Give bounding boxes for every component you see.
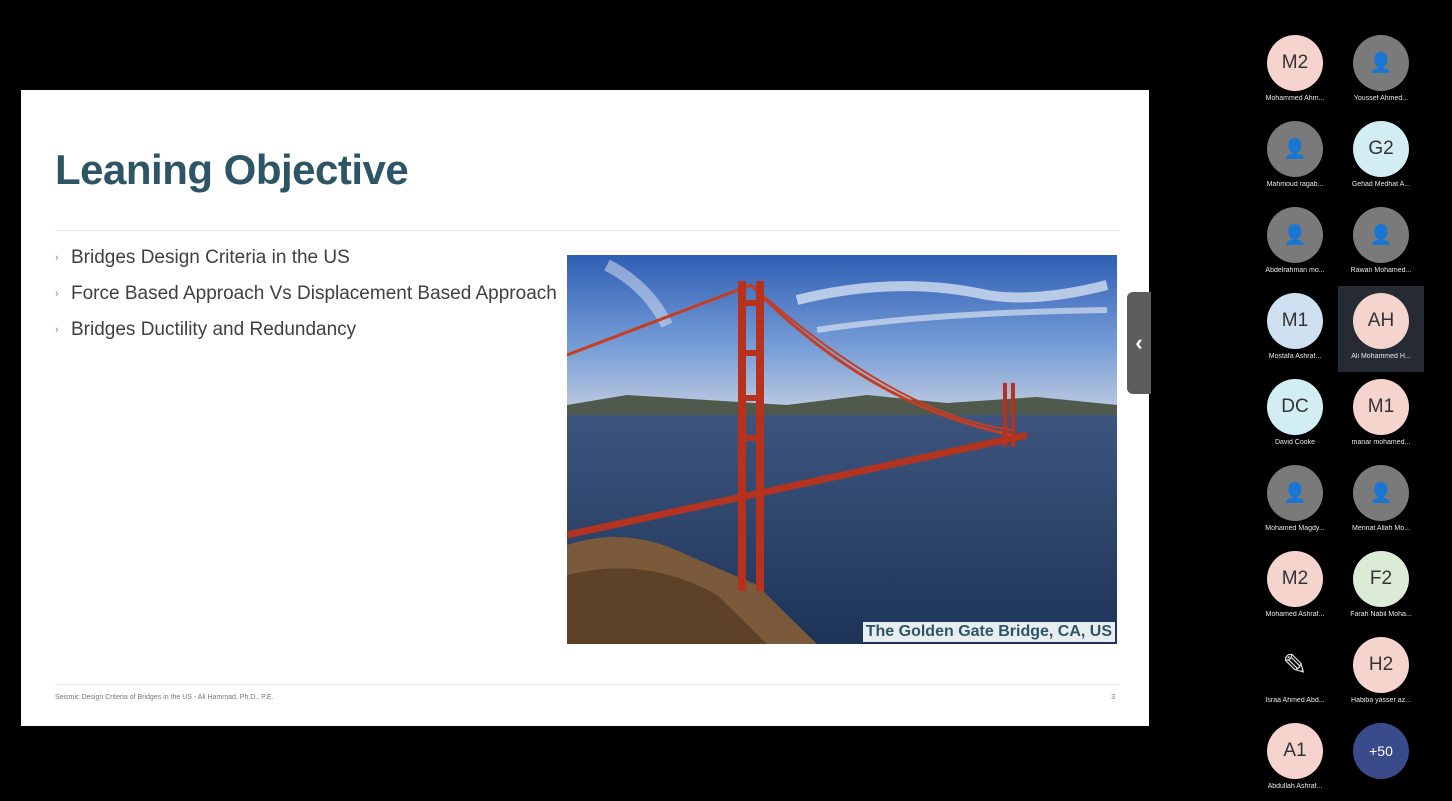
avatar: F2	[1353, 551, 1409, 607]
chevron-left-icon: ‹	[1135, 330, 1143, 355]
participant-name: Abdullah Ashraf...	[1267, 783, 1323, 790]
participant-name: Habiba yasser az...	[1351, 697, 1411, 704]
participant-name: Mohammed Ahm...	[1265, 95, 1325, 102]
participant-name: Israa Ahmed Abd...	[1265, 697, 1325, 704]
shared-slide: Leaning Objective › Bridges Design Criter…	[21, 90, 1149, 726]
participant-tile[interactable]: 👤 Youssef Ahmed...	[1338, 28, 1424, 114]
avatar: DC	[1267, 379, 1323, 435]
participant-tile[interactable]: F2 Farah Nabil Moha...	[1338, 544, 1424, 630]
participant-tile[interactable]: M1 manar mohamed...	[1338, 372, 1424, 458]
avatar: 👤	[1267, 465, 1323, 521]
avatar: 👤	[1353, 35, 1409, 91]
bridge-photo: The Golden Gate Bridge, CA, US	[567, 255, 1117, 644]
participant-tile[interactable]: A1 Abdullah Ashraf...	[1252, 716, 1338, 801]
avatar: 👤	[1267, 121, 1323, 177]
sketch-avatar-icon: ✎	[1282, 648, 1308, 682]
user-photo-icon: 👤	[1369, 483, 1393, 504]
participant-name: Rawan Mohamed...	[1350, 267, 1412, 274]
avatar: 👤	[1353, 207, 1409, 263]
participant-tile[interactable]: ✎ Israa Ahmed Abd...	[1252, 630, 1338, 716]
participants-panel: M2 Mohammed Ahm... 👤 Youssef Ahmed... 👤 …	[1252, 28, 1432, 801]
participant-name: Mahmoud ragab...	[1266, 181, 1324, 188]
bullet-marker-icon: ›	[55, 324, 59, 336]
participant-name: Mostafa Ashraf...	[1268, 353, 1322, 360]
participant-name: David Cooke	[1274, 439, 1316, 446]
bullet-marker-icon: ›	[55, 252, 59, 264]
participant-tile[interactable]: M1 Mostafa Ashraf...	[1252, 286, 1338, 372]
participant-name: Mohamed Magdy...	[1265, 525, 1325, 532]
avatar: AH	[1353, 293, 1409, 349]
bullet-text: Bridges Ductility and Redundancy	[71, 319, 357, 340]
participant-name: Ali Mohammed H...	[1351, 353, 1411, 360]
bullet-text: Force Based Approach Vs Displacement Bas…	[71, 283, 557, 304]
participant-name: Gehad Medhat A...	[1351, 181, 1411, 188]
bullet-list: › Bridges Design Criteria in the US › Forc…	[55, 240, 557, 348]
avatar: G2	[1353, 121, 1409, 177]
participant-tile[interactable]: M2 Mohammed Ahm...	[1252, 28, 1338, 114]
participant-tile[interactable]: 👤 Rawan Mohamed...	[1338, 200, 1424, 286]
bullet-item: › Bridges Ductility and Redundancy	[55, 312, 557, 348]
participant-tile[interactable]: M2 Mohamed Ashraf...	[1252, 544, 1338, 630]
participant-tile[interactable]: G2 Gehad Medhat A...	[1338, 114, 1424, 200]
participant-name: Youssef Ahmed...	[1353, 95, 1409, 102]
more-participants-button[interactable]: +50	[1338, 716, 1424, 801]
more-participants-count: +50	[1353, 723, 1409, 779]
bullet-item: › Bridges Design Criteria in the US	[55, 240, 557, 276]
avatar: M2	[1267, 35, 1323, 91]
participant-tile[interactable]: 👤 Mahmoud ragab...	[1252, 114, 1338, 200]
user-photo-icon: 👤	[1283, 139, 1307, 160]
footer-divider	[55, 684, 1119, 685]
user-photo-icon: 👤	[1283, 483, 1307, 504]
meeting-stage: Leaning Objective › Bridges Design Criter…	[0, 0, 1452, 801]
participant-name: Abdelrahman mo...	[1265, 267, 1325, 274]
user-photo-icon: 👤	[1369, 53, 1393, 74]
participant-tile[interactable]: 👤 Mohamed Magdy...	[1252, 458, 1338, 544]
participants-panel-toggle[interactable]: ‹	[1127, 292, 1151, 394]
slide-page-number: 3	[1111, 694, 1115, 701]
user-photo-icon: 👤	[1369, 225, 1393, 246]
participant-name: Farah Nabil Moha...	[1350, 611, 1412, 618]
avatar: 👤	[1353, 465, 1409, 521]
avatar: M2	[1267, 551, 1323, 607]
user-photo-icon: 👤	[1283, 225, 1307, 246]
bullet-item: › Force Based Approach Vs Displacement Ba…	[55, 276, 557, 312]
slide-title: Leaning Objective	[55, 146, 409, 193]
bullet-text: Bridges Design Criteria in the US	[71, 247, 350, 268]
participant-tile[interactable]: 👤 Abdelrahman mo...	[1252, 200, 1338, 286]
avatar: ✎	[1267, 637, 1323, 693]
image-caption: The Golden Gate Bridge, CA, US	[862, 622, 1115, 642]
participant-tile[interactable]: 👤 Mennat Allah Mo...	[1338, 458, 1424, 544]
participant-name: manar mohamed...	[1351, 439, 1411, 446]
bullet-marker-icon: ›	[55, 288, 59, 300]
avatar: A1	[1267, 723, 1323, 779]
avatar: M1	[1353, 379, 1409, 435]
slide-footer: Seismic Design Criteria of Bridges in th…	[55, 694, 274, 701]
avatar: H2	[1353, 637, 1409, 693]
title-divider	[55, 230, 1119, 231]
bridge-illustration	[567, 255, 1117, 644]
participant-tile-active[interactable]: AH Ali Mohammed H...	[1338, 286, 1424, 372]
participant-name: Mennat Allah Mo...	[1352, 525, 1410, 532]
participant-name: Mohamed Ashraf...	[1265, 611, 1325, 618]
avatar: M1	[1267, 293, 1323, 349]
participant-tile[interactable]: H2 Habiba yasser az...	[1338, 630, 1424, 716]
participant-tile[interactable]: DC David Cooke	[1252, 372, 1338, 458]
avatar: 👤	[1267, 207, 1323, 263]
